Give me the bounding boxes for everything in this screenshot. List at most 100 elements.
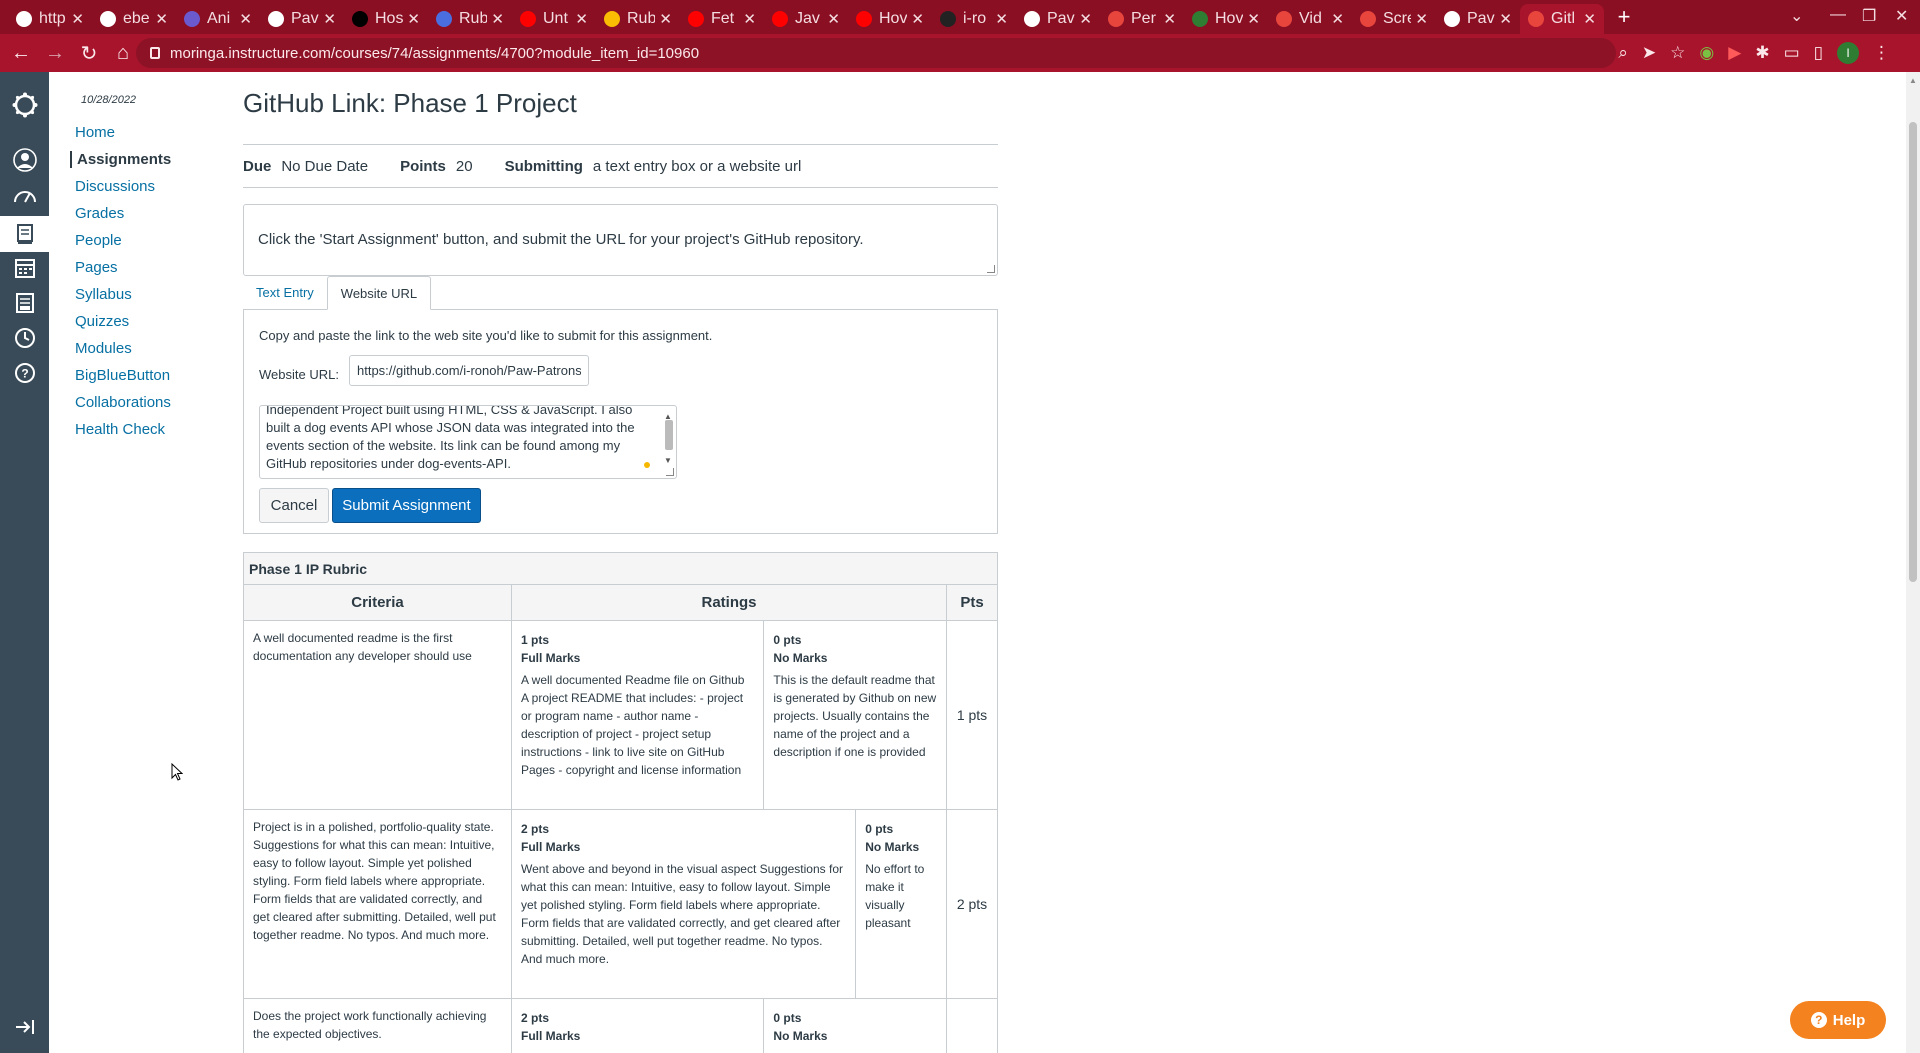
tab-close-icon[interactable]: ✕ [239, 10, 252, 28]
resize-handle[interactable] [987, 265, 995, 273]
browser-tab[interactable]: Hov ✕ [848, 4, 932, 34]
course-nav-collaborations[interactable]: Collaborations [75, 394, 171, 411]
browser-tab[interactable]: Pav ✕ [260, 4, 344, 34]
bookmark-star-icon[interactable]: ☆ [1670, 43, 1685, 63]
textarea-resize-handle[interactable] [666, 468, 674, 476]
restore-icon[interactable]: ❐ [1862, 6, 1876, 26]
grammar-indicator-icon[interactable] [644, 462, 650, 468]
course-nav-bigbluebutton[interactable]: BigBlueButton [75, 367, 170, 384]
forward-icon[interactable]: → [38, 42, 72, 65]
comment-scrollbar[interactable]: ▲ ▼ [664, 408, 674, 476]
browser-tab[interactable]: Hov ✕ [1184, 4, 1268, 34]
tab-close-icon[interactable]: ✕ [407, 10, 420, 28]
reload-icon[interactable]: ↻ [72, 41, 106, 66]
course-nav-quizzes[interactable]: Quizzes [75, 313, 129, 330]
rating-description: This is the default readme that is gener… [773, 673, 937, 759]
browser-tab[interactable]: Vid ✕ [1268, 4, 1352, 34]
home-icon[interactable]: ⌂ [106, 42, 140, 65]
browser-tab[interactable]: Rub ✕ [428, 4, 512, 34]
collapse-nav-icon[interactable] [12, 1014, 38, 1040]
website-url-input[interactable] [349, 355, 589, 386]
tab-close-icon[interactable]: ✕ [575, 10, 588, 28]
tab-close-icon[interactable]: ✕ [71, 10, 84, 28]
course-nav-pages[interactable]: Pages [75, 259, 118, 276]
course-nav-grades[interactable]: Grades [75, 205, 124, 222]
dashboard-icon[interactable] [12, 182, 38, 208]
tab-close-icon[interactable]: ✕ [491, 10, 504, 28]
close-window-icon[interactable]: ✕ [1895, 6, 1908, 26]
browser-tab[interactable]: Gitl ✕ [1520, 4, 1604, 34]
submit-assignment-button[interactable]: Submit Assignment [332, 488, 481, 523]
courses-icon[interactable] [0, 216, 49, 252]
browser-tab[interactable]: Pav ✕ [1016, 4, 1100, 34]
scroll-up-arrow-icon[interactable]: ▲ [1909, 76, 1917, 85]
sidepanel-icon[interactable]: ▯ [1814, 43, 1823, 63]
help-button[interactable]: ? Help [1790, 1001, 1886, 1039]
browser-tab[interactable]: ebe ✕ [92, 4, 176, 34]
page-scrollbar[interactable]: ▲ [1906, 72, 1920, 1053]
website-url-panel: Copy and paste the link to the web site … [243, 309, 998, 534]
browser-tab[interactable]: Scre✕ [1352, 4, 1436, 34]
course-nav-modules[interactable]: Modules [75, 340, 132, 357]
help-question-icon[interactable]: ? [12, 360, 38, 386]
course-nav-discussions[interactable]: Discussions [75, 178, 155, 195]
comment-text: Independent Project built using HTML, CS… [266, 405, 635, 471]
tab-close-icon[interactable]: ✕ [995, 10, 1008, 28]
browser-tab[interactable]: Fet ✕ [680, 4, 764, 34]
course-nav-syllabus[interactable]: Syllabus [75, 286, 132, 303]
tab-title: Jav [795, 10, 820, 27]
cast-icon[interactable]: ▭ [1784, 43, 1800, 63]
puzzle-extensions-icon[interactable]: ✱ [1755, 43, 1769, 63]
browser-tab[interactable]: Per ✕ [1100, 4, 1184, 34]
tab-close-icon[interactable]: ✕ [155, 10, 168, 28]
tab-close-icon[interactable]: ✕ [1163, 10, 1176, 28]
tab-close-icon[interactable]: ✕ [827, 10, 840, 28]
course-nav-assignments[interactable]: Assignments [70, 151, 171, 168]
tab-close-icon[interactable]: ✕ [1583, 10, 1596, 28]
browser-tab[interactable]: i-ro ✕ [932, 4, 1016, 34]
browser-menu-icon[interactable]: ⋮ [1873, 43, 1890, 63]
course-nav-people[interactable]: People [75, 232, 122, 249]
tab-text-entry[interactable]: Text Entry [243, 276, 327, 310]
course-nav-health-check[interactable]: Health Check [75, 421, 165, 438]
comment-textarea[interactable]: Independent Project built using HTML, CS… [259, 405, 677, 479]
color-extension-icon[interactable]: ◉ [1699, 43, 1714, 63]
tab-close-icon[interactable]: ✕ [1247, 10, 1260, 28]
browser-tab[interactable]: Unt ✕ [512, 4, 596, 34]
tab-close-icon[interactable]: ✕ [1079, 10, 1092, 28]
browser-tab[interactable]: http ✕ [8, 4, 92, 34]
tab-close-icon[interactable]: ✕ [659, 10, 672, 28]
profile-avatar[interactable]: I [1837, 42, 1859, 64]
browser-tab[interactable]: Pav ✕ [1436, 4, 1520, 34]
tab-close-icon[interactable]: ✕ [323, 10, 336, 28]
scroll-thumb[interactable] [665, 420, 673, 450]
browser-tab[interactable]: Rub ✕ [596, 4, 680, 34]
zoom-icon[interactable]: ⌕ [1618, 43, 1628, 63]
browser-tab[interactable]: Hos ✕ [344, 4, 428, 34]
browser-tab[interactable]: Ani ✕ [176, 4, 260, 34]
cancel-button[interactable]: Cancel [259, 488, 329, 523]
calendar-icon[interactable] [12, 255, 38, 281]
tab-close-icon[interactable]: ✕ [1499, 10, 1512, 28]
lock-icon [150, 47, 160, 59]
page-scroll-thumb[interactable] [1909, 122, 1917, 582]
tab-website-url[interactable]: Website URL [326, 276, 432, 310]
account-icon[interactable] [12, 147, 38, 173]
send-icon[interactable]: ➤ [1642, 43, 1656, 63]
tab-title: Pav [1047, 10, 1075, 27]
address-bar[interactable]: moringa.instructure.com/courses/74/assig… [136, 38, 1616, 68]
new-tab-button[interactable]: + [1604, 4, 1644, 30]
browser-tab[interactable]: Jav ✕ [764, 4, 848, 34]
screencast-extension-icon[interactable]: ▶ [1728, 43, 1741, 63]
inbox-icon[interactable] [12, 290, 38, 316]
canvas-logo-icon[interactable] [12, 92, 38, 118]
tab-close-icon[interactable]: ✕ [1331, 10, 1344, 28]
tab-close-icon[interactable]: ✕ [743, 10, 756, 28]
back-icon[interactable]: ← [4, 42, 38, 65]
course-nav-home[interactable]: Home [75, 124, 115, 141]
tab-close-icon[interactable]: ✕ [1415, 10, 1428, 28]
tab-close-icon[interactable]: ✕ [911, 10, 924, 28]
history-icon[interactable] [12, 325, 38, 351]
minimize-icon[interactable]: — [1830, 6, 1846, 24]
tab-search-icon[interactable]: ⌄ [1790, 6, 1803, 26]
